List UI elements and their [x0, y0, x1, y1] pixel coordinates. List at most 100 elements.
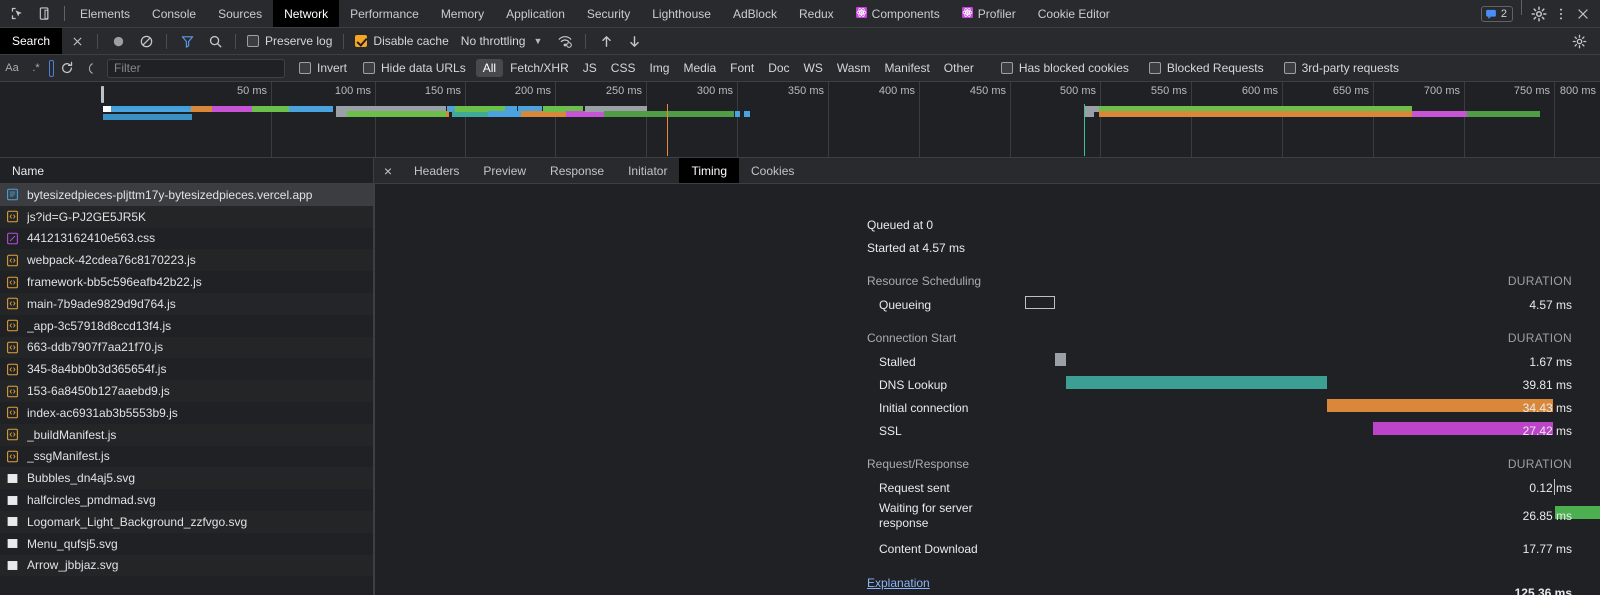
hide-data-urls-checkbox[interactable]: Hide data URLs	[359, 61, 470, 75]
devtools-tab-bar: ElementsConsoleSourcesNetworkPerformance…	[0, 0, 1600, 28]
import-har-icon[interactable]	[593, 30, 619, 52]
filter-type-ws[interactable]: WS	[797, 59, 830, 77]
request-row[interactable]: 153-6a8450b127aaebd9.js	[0, 380, 373, 402]
request-row[interactable]: framework-bb5c596eafb42b22.js	[0, 271, 373, 293]
request-row[interactable]: _ssgManifest.js	[0, 446, 373, 468]
match-case-button[interactable]: Aa	[0, 57, 24, 79]
record-button[interactable]	[105, 30, 131, 52]
filter-type-font[interactable]: Font	[723, 59, 761, 77]
detail-tab-preview[interactable]: Preview	[471, 158, 538, 183]
request-row[interactable]: main-7b9ade9829d9d764.js	[0, 293, 373, 315]
overview-left-handle[interactable]	[101, 86, 104, 103]
tab-adblock[interactable]: AdBlock	[722, 0, 788, 27]
invert-checkbox[interactable]: Invert	[295, 61, 351, 75]
detail-tab-initiator[interactable]: Initiator	[616, 158, 679, 183]
network-overview-timeline[interactable]: 50 ms100 ms150 ms200 ms250 ms300 ms350 m…	[0, 82, 1600, 158]
filter-extra-icon[interactable]	[79, 57, 103, 79]
request-row[interactable]: 441213162410e563.css	[0, 228, 373, 250]
request-row[interactable]: _app-3c57918d8ccd13f4.js	[0, 315, 373, 337]
request-row[interactable]: _buildManifest.js	[0, 424, 373, 446]
third-party-checkbox[interactable]: 3rd-party requests	[1280, 61, 1403, 75]
request-row[interactable]: webpack-42cdea76c8170223.js	[0, 249, 373, 271]
overview-tick-label: 200 ms	[515, 85, 551, 97]
more-options-icon[interactable]	[1552, 5, 1570, 23]
settings-gear-icon[interactable]	[1530, 5, 1548, 23]
detail-tab-response[interactable]: Response	[538, 158, 616, 183]
chevron-down-icon[interactable]: ▼	[529, 36, 550, 46]
preserve-log-checkbox[interactable]: Preserve log	[243, 34, 336, 48]
tab-sources[interactable]: Sources	[207, 0, 273, 27]
request-row[interactable]: halfcircles_pmdmad.svg	[0, 489, 373, 511]
request-name: 441213162410e563.css	[27, 231, 155, 245]
filter-type-css[interactable]: CSS	[604, 59, 643, 77]
request-row[interactable]: Arrow_jbbjaz.svg	[0, 555, 373, 577]
request-row[interactable]: Bubbles_dn4aj5.svg	[0, 467, 373, 489]
network-settings-area	[1566, 30, 1592, 52]
filter-type-all[interactable]: All	[476, 59, 503, 77]
tab-redux[interactable]: Redux	[788, 0, 845, 27]
disable-cache-checkbox[interactable]: Disable cache	[351, 34, 452, 48]
tab-lighthouse[interactable]: Lighthouse	[641, 0, 722, 27]
filter-type-fetch-xhr[interactable]: Fetch/XHR	[503, 59, 576, 77]
export-har-icon[interactable]	[621, 30, 647, 52]
clear-button[interactable]	[133, 30, 159, 52]
tab-bar-right-icons: 2	[1481, 0, 1600, 27]
filter-type-js[interactable]: JS	[576, 59, 604, 77]
tab-cookie-editor[interactable]: Cookie Editor	[1027, 0, 1121, 27]
filter-input[interactable]	[107, 59, 285, 78]
request-row[interactable]: Menu_qufsj5.svg	[0, 533, 373, 555]
filter-type-doc[interactable]: Doc	[761, 59, 796, 77]
invert-label: Invert	[317, 61, 347, 75]
message-count-badge[interactable]: 2	[1481, 6, 1513, 22]
overview-tick-label: 350 ms	[788, 85, 824, 97]
close-detail-icon[interactable]: ×	[374, 158, 402, 183]
tab-security[interactable]: Security	[576, 0, 641, 27]
overview-tick-label: 150 ms	[425, 85, 461, 97]
overview-bar	[505, 106, 517, 112]
request-row[interactable]: Logomark_Light_Background_zzfvgo.svg	[0, 511, 373, 533]
close-search-icon[interactable]	[64, 30, 90, 52]
overview-bar	[111, 106, 191, 109]
request-list-header[interactable]: Name	[0, 158, 373, 184]
use-regex-button[interactable]: .*	[24, 57, 48, 79]
search-panel-button[interactable]: Search	[0, 28, 62, 54]
request-row[interactable]: bytesizedpieces-pljttm17y-bytesizedpiece…	[0, 184, 373, 206]
filter-type-img[interactable]: Img	[642, 59, 676, 77]
tab-network[interactable]: Network	[273, 0, 339, 27]
filter-type-manifest[interactable]: Manifest	[877, 59, 936, 77]
detail-tab-headers[interactable]: Headers	[402, 158, 471, 183]
request-row[interactable]: 663-ddb7907f7aa21f70.js	[0, 337, 373, 359]
request-row[interactable]: js?id=G-PJ2GE5JR5K	[0, 206, 373, 228]
detail-tab-timing[interactable]: Timing	[679, 158, 739, 183]
has-blocked-cookies-checkbox[interactable]: Has blocked cookies	[997, 61, 1133, 75]
explanation-link[interactable]: Explanation	[867, 576, 930, 590]
overview-bar	[1467, 111, 1540, 117]
filter-type-wasm[interactable]: Wasm	[830, 59, 878, 77]
request-row[interactable]: 345-8a4bb0b3d365654f.js	[0, 358, 373, 380]
search-icon[interactable]	[202, 30, 228, 52]
filter-type-other[interactable]: Other	[937, 59, 981, 77]
tab-label: AdBlock	[733, 7, 777, 21]
filter-type-media[interactable]: Media	[676, 59, 723, 77]
tab-profiler[interactable]: Profiler	[951, 0, 1027, 27]
overview-bar	[289, 106, 333, 112]
tab-components[interactable]: Components	[845, 0, 951, 27]
filter-button[interactable]	[174, 30, 200, 52]
tab-application[interactable]: Application	[495, 0, 576, 27]
throttling-select[interactable]: No throttling	[455, 34, 528, 48]
device-toolbar-icon[interactable]	[36, 5, 54, 23]
inspect-element-icon[interactable]	[8, 5, 26, 23]
tab-console[interactable]: Console	[141, 0, 207, 27]
detail-tab-cookies[interactable]: Cookies	[739, 158, 806, 183]
tab-elements[interactable]: Elements	[69, 0, 141, 27]
overview-tick-label: 50 ms	[237, 85, 267, 97]
timing-started-at: Started at 4.57 ms	[867, 241, 965, 255]
close-devtools-icon[interactable]	[1574, 5, 1592, 23]
tab-performance[interactable]: Performance	[339, 0, 430, 27]
network-conditions-icon[interactable]	[552, 30, 578, 52]
blocked-requests-checkbox[interactable]: Blocked Requests	[1145, 61, 1268, 75]
tab-memory[interactable]: Memory	[430, 0, 495, 27]
network-settings-gear-icon[interactable]	[1566, 30, 1592, 52]
request-row[interactable]: index-ac6931ab3b5553b9.js	[0, 402, 373, 424]
refresh-icon[interactable]	[55, 57, 79, 79]
